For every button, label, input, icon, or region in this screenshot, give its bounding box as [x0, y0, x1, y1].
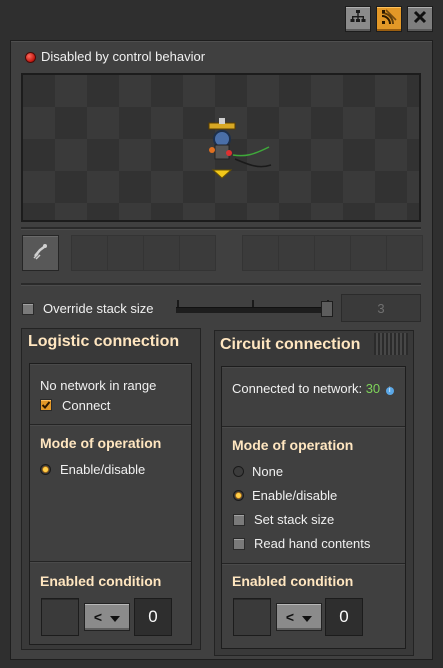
logistic-panel-title: Logistic connection: [28, 333, 180, 350]
read-hand-contents-label: Read hand contents: [254, 536, 371, 551]
close-button[interactable]: [407, 6, 433, 32]
close-icon: [413, 10, 427, 29]
filter-slot-4[interactable]: [143, 235, 180, 271]
filter-slot-10[interactable]: [386, 235, 423, 271]
slider-handle[interactable]: [321, 301, 333, 317]
logistic-mode-title: Mode of operation: [40, 435, 162, 451]
network-button[interactable]: [345, 6, 371, 32]
checkmark-icon: [41, 401, 51, 409]
circuit-constant-slot[interactable]: 0: [325, 598, 363, 636]
set-stack-size-label: Set stack size: [254, 512, 335, 527]
circuit-network-button[interactable]: [376, 6, 402, 32]
inserter-entity-icon: [208, 118, 272, 179]
filter-slot-8[interactable]: [314, 235, 351, 271]
override-stack-size-checkbox[interactable]: [22, 303, 34, 315]
divider: [222, 426, 405, 428]
filter-slot-3[interactable]: [107, 235, 144, 271]
circuit-mode-enable-disable-label: Enable/disable: [252, 488, 338, 503]
stack-size-field[interactable]: 3: [341, 294, 421, 322]
status-text: Disabled by control behavior: [41, 49, 206, 64]
inserter-hand-icon: [31, 241, 51, 266]
circuit-comparator-dropdown[interactable]: <: [276, 603, 322, 631]
logistic-signal-slot[interactable]: [41, 598, 79, 636]
chevron-down-icon: [110, 609, 121, 625]
divider: [222, 563, 405, 565]
comparator-value: <: [93, 609, 103, 625]
logistic-constant-slot[interactable]: 0: [134, 598, 172, 636]
set-stack-size-checkbox[interactable]: [233, 514, 245, 526]
connect-label: Connect: [62, 398, 111, 413]
circuit-panel-title: Circuit connection: [220, 336, 361, 353]
connected-label: Connected to network:: [232, 381, 363, 396]
filter-slot-1[interactable]: [22, 235, 59, 271]
filter-slot-9[interactable]: [350, 235, 387, 271]
circuit-mode-title: Mode of operation: [232, 437, 354, 453]
no-network-text: No network in range: [40, 378, 157, 393]
stack-size-slider[interactable]: [176, 307, 332, 313]
filter-slot-6[interactable]: [242, 235, 279, 271]
filter-slot-2[interactable]: [71, 235, 108, 271]
slider-tick: [177, 300, 179, 307]
override-stack-size-label: Override stack size: [43, 301, 154, 316]
circuit-mode-none-radio[interactable]: [233, 466, 244, 477]
logistic-comparator-dropdown[interactable]: <: [84, 603, 130, 631]
comparator-value: <: [285, 609, 295, 625]
entity-preview: [21, 73, 421, 222]
filter-slot-7[interactable]: [278, 235, 315, 271]
divider: [30, 561, 191, 563]
divider: [30, 424, 191, 426]
circuit-condition-title: Enabled condition: [232, 573, 354, 589]
connect-checkbox[interactable]: [40, 399, 52, 411]
status-indicator: [25, 52, 36, 63]
divider: [21, 227, 421, 230]
circuit-mode-none-label: None: [252, 464, 284, 479]
network-id: 30: [365, 381, 381, 396]
drag-handle[interactable]: [374, 333, 408, 355]
circuit-mode-enable-disable-radio[interactable]: [233, 490, 244, 501]
info-icon: i: [385, 387, 394, 395]
logistic-mode-enable-disable-label: Enable/disable: [60, 462, 146, 477]
logistic-condition-title: Enabled condition: [40, 573, 162, 589]
divider: [21, 283, 421, 286]
circuit-signal-slot[interactable]: [233, 598, 271, 636]
connected-network-text: Connected to network: 30 i: [232, 381, 394, 396]
circuit-signal-icon: [381, 8, 397, 30]
network-tree-icon: [350, 9, 366, 30]
logistic-mode-enable-disable-radio[interactable]: [40, 464, 51, 475]
read-hand-contents-checkbox[interactable]: [233, 538, 245, 550]
filter-slot-5[interactable]: [179, 235, 216, 271]
chevron-down-icon: [302, 609, 313, 625]
slider-tick: [252, 300, 254, 307]
